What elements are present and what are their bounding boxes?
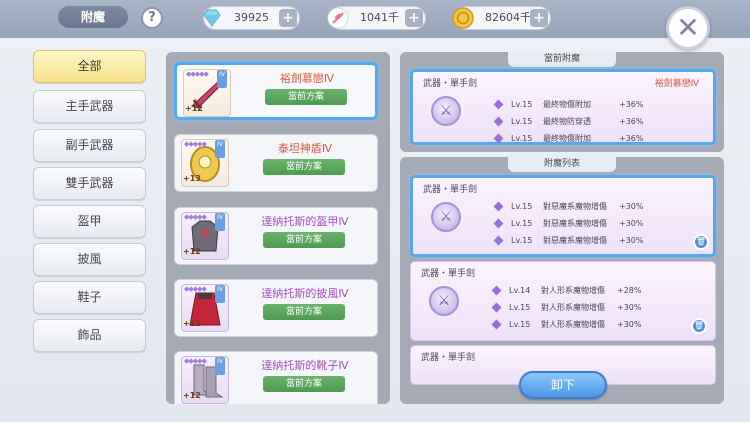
sidebar-item-accessory[interactable]: 飾品 (33, 319, 146, 352)
refine-level: +12 (183, 391, 201, 400)
equipment-name: 裕劍慕戀Ⅳ (279, 72, 335, 85)
equipment-name: 達納托斯的靴子Ⅳ (261, 359, 349, 372)
enchant-effect-row: Lv.14 對人形系魔物增傷 +28% (491, 283, 703, 299)
current-enchant-header: 當前附魔 (508, 52, 616, 67)
enchant-list-panel: 附魔列表 武器・單手劍 ⚔ Lv.15 對惡魔系魔物增傷 +30% Lv.15 對惡魔… (400, 157, 724, 404)
sidebar-item-cloak[interactable]: 披風 (33, 243, 146, 276)
trash-icon[interactable]: 🗑 (693, 234, 709, 250)
stamina-counter: 1041千 + (326, 6, 426, 30)
enchant-effect-row: Lv.15 最終物防穿透 +36% (493, 114, 705, 130)
sidebar-item-main-hand[interactable]: 主手武器 (33, 90, 146, 123)
star-rating-icon: ◆◆◆◆◆ (184, 213, 207, 221)
diamond-bullet-icon (493, 201, 504, 212)
enchant-category: 武器・單手劍 (423, 185, 478, 195)
add-gem-button[interactable]: + (279, 9, 297, 27)
enchant-effect-row: Lv.15 對人形系魔物增傷 +30% (491, 317, 703, 333)
sword-icon: ⚔ (431, 202, 461, 232)
tier-badge: IV (217, 70, 227, 88)
equipment-card[interactable]: ◆◆◆◆◆ IV +12 達納托斯的靴子Ⅳ 當前方案 (174, 351, 378, 404)
sidebar-item-armor[interactable]: 盔甲 (33, 205, 146, 238)
equipment-list: ◆◆◆◆◆ IV +12 裕劍慕戀Ⅳ 當前方案 ◆◆◆◆◆ IV +13 泰坦神… (166, 52, 390, 404)
enchant-category: 武器・單手劍 (421, 269, 476, 279)
feather-icon (326, 6, 350, 30)
diamond-bullet-icon (493, 235, 504, 246)
enchant-weapon-name: 裕劍慕戀Ⅳ (654, 79, 699, 89)
enchant-effect-row: Lv.15 對惡魔系魔物增傷 +30% (493, 233, 705, 249)
trash-icon[interactable]: 🗑 (691, 318, 707, 334)
tier-badge: IV (215, 213, 225, 231)
enchant-effect-row: Lv.15 對惡魔系魔物增傷 +30% (493, 199, 705, 215)
current-plan-button[interactable]: 當前方案 (263, 232, 345, 248)
equipment-card[interactable]: ◆◆◆◆◆ IV +12 達納托斯的盔甲Ⅳ 當前方案 (174, 207, 378, 265)
equipment-name: 泰坦神盾Ⅳ (277, 142, 333, 155)
current-plan-button[interactable]: 當前方案 (265, 89, 347, 105)
current-enchant-card: 武器・單手劍 裕劍慕戀Ⅳ ⚔ Lv.15 最終物傷附加 +36% Lv.15 最終物防… (410, 69, 716, 145)
tier-badge: IV (215, 357, 225, 375)
tier-badge: IV (215, 140, 225, 158)
star-rating-icon: ◆◆◆◆◆ (186, 70, 209, 78)
current-plan-button[interactable]: 當前方案 (263, 376, 345, 392)
enchant-category: 武器・單手劍 (423, 79, 478, 89)
equipment-card[interactable]: ◆◆◆◆◆ IV +12 裕劍慕戀Ⅳ 當前方案 (174, 62, 378, 120)
sword-icon: ⚔ (431, 96, 461, 126)
gold-counter: 82604千 + (451, 6, 551, 30)
diamond-bullet-icon (493, 99, 504, 110)
unload-button[interactable]: 卸下 (519, 371, 607, 399)
refine-level: +12 (183, 247, 201, 256)
equipment-name: 達納托斯的盔甲Ⅳ (261, 215, 349, 228)
diamond-bullet-icon (493, 116, 504, 127)
diamond-icon (200, 6, 224, 30)
sidebar-item-two-hand[interactable]: 雙手武器 (33, 167, 146, 200)
refine-level: +12 (183, 319, 201, 328)
sidebar-item-off-hand[interactable]: 副手武器 (33, 129, 146, 162)
current-plan-button[interactable]: 當前方案 (263, 159, 345, 175)
star-rating-icon: ◆◆◆◆◆ (184, 285, 207, 293)
enchant-list-header: 附魔列表 (508, 157, 616, 172)
gem-value: 39925 (234, 11, 269, 24)
sword-icon: ⚔ (429, 286, 459, 316)
stamina-value: 1041千 (360, 11, 399, 24)
help-button[interactable]: ? (141, 7, 163, 29)
close-icon: ✕ (676, 11, 700, 44)
page-title: 附魔 (58, 6, 128, 28)
equipment-card[interactable]: ◆◆◆◆◆ IV +12 達納托斯的披風Ⅳ 當前方案 (174, 279, 378, 337)
enchant-category: 武器・單手劍 (421, 353, 476, 363)
sidebar-item-shoes[interactable]: 鞋子 (33, 281, 146, 314)
refine-level: +12 (185, 104, 203, 113)
enchant-entry[interactable]: 武器・單手劍 ⚔ Lv.15 對惡魔系魔物增傷 +30% Lv.15 對惡魔系魔物增傷… (410, 175, 716, 257)
equipment-name: 達納托斯的披風Ⅳ (261, 287, 349, 300)
diamond-bullet-icon (493, 218, 504, 229)
enchant-effect-row: Lv.15 對人形系魔物增傷 +30% (491, 300, 703, 316)
enchant-entry[interactable]: 武器・單手劍 ⚔ Lv.14 對人形系魔物增傷 +28% Lv.15 對人形系魔物增傷… (410, 261, 716, 341)
gem-counter: 39925 + (203, 6, 300, 30)
equipment-card[interactable]: ◆◆◆◆◆ IV +13 泰坦神盾Ⅳ 當前方案 (174, 134, 378, 192)
current-enchant-panel: 當前附魔 武器・單手劍 裕劍慕戀Ⅳ ⚔ Lv.15 最終物傷附加 +36% Lv.1… (400, 52, 724, 152)
current-plan-button[interactable]: 當前方案 (263, 304, 345, 320)
refine-level: +13 (183, 174, 201, 183)
gold-value: 82604千 (485, 11, 531, 24)
diamond-bullet-icon (491, 285, 502, 296)
star-rating-icon: ◆◆◆◆◆ (184, 357, 207, 365)
sidebar-item-all[interactable]: 全部 (33, 50, 146, 83)
coin-icon (451, 6, 475, 30)
diamond-bullet-icon (491, 302, 502, 313)
enchant-effect-row: Lv.15 對惡魔系魔物增傷 +30% (493, 216, 705, 232)
enchant-effect-row: Lv.15 最終物傷附加 +36% (493, 131, 705, 147)
enchant-effect-row: Lv.15 最終物傷附加 +36% (493, 97, 705, 113)
diamond-bullet-icon (493, 133, 504, 144)
tier-badge: IV (215, 285, 225, 303)
add-stamina-button[interactable]: + (405, 9, 423, 27)
close-button[interactable]: ✕ (666, 6, 710, 50)
add-gold-button[interactable]: + (530, 9, 548, 27)
diamond-bullet-icon (491, 319, 502, 330)
star-rating-icon: ◆◆◆◆◆ (184, 140, 207, 148)
